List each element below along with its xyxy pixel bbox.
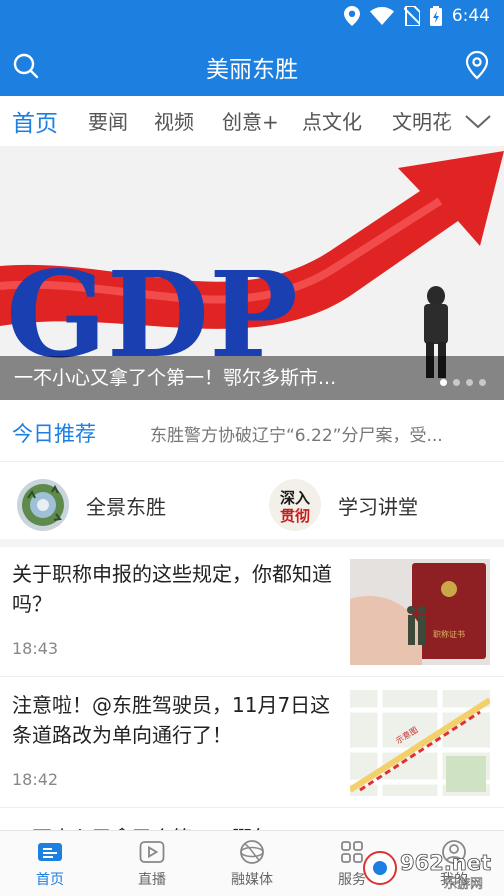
home-news-icon xyxy=(38,843,62,861)
tab-home[interactable]: 首页 xyxy=(12,104,58,138)
nav-label: 首页 xyxy=(36,872,64,888)
chevron-down-icon xyxy=(465,115,491,129)
tab-video[interactable]: 视频 xyxy=(154,106,194,135)
nav-home[interactable]: 首页 xyxy=(10,839,90,889)
globe-icon xyxy=(240,840,264,864)
status-time: 6:44 xyxy=(451,6,490,26)
battery-charging-icon xyxy=(429,6,442,26)
nav-live[interactable]: 直播 xyxy=(112,839,192,889)
watermark-subtext: 乐游网 xyxy=(444,877,483,892)
tab-civilization[interactable]: 文明花 xyxy=(392,106,452,135)
nav-label: 融媒体 xyxy=(231,872,273,888)
banner-caption: 一不小心又拿了个第一！鄂尔多斯市... xyxy=(14,367,337,389)
wifi-icon xyxy=(369,7,394,25)
status-bar: 6:44 xyxy=(0,0,504,36)
tab-culture[interactable]: 点文化 xyxy=(302,106,362,135)
today-recommend-bar[interactable]: 今日推荐 东胜警方协破辽宁“6.22”分尸案，受... xyxy=(0,400,504,462)
banner-carousel[interactable]: GDP 一不小心又拿了个第一！鄂尔多斯市... xyxy=(0,146,504,400)
news-thumbnail: 示意图 xyxy=(350,690,490,796)
location-button[interactable] xyxy=(464,50,492,80)
tab-creative[interactable]: 创意+ xyxy=(222,106,279,135)
news-thumbnail: 职称证书 xyxy=(350,559,490,665)
shortcut-label: 学习讲堂 xyxy=(338,494,418,519)
study-logo-text-top: 深入 xyxy=(280,489,310,507)
shortcut-study[interactable]: 深入 贯彻 学习讲堂 xyxy=(268,477,418,533)
no-sim-icon xyxy=(403,6,420,26)
carousel-dot xyxy=(466,379,473,386)
study-logo-text-bottom: 贯彻 xyxy=(280,507,310,525)
recommend-headline[interactable]: 东胜警方协破辽宁“6.22”分尸案，受... xyxy=(150,421,490,446)
news-title: 注意啦！@东胜驾驶员，11月7日这条道路改为单向通行了！ xyxy=(12,693,331,747)
location-pin-icon xyxy=(465,50,489,80)
location-status-icon xyxy=(343,6,360,26)
status-icons: 6:44 xyxy=(343,6,490,26)
study-logo-icon: 深入 贯彻 xyxy=(268,478,322,532)
news-title: 关于职称申报的这些规定，你都知道吗？ xyxy=(12,562,332,616)
shortcut-row: 全景东胜 深入 贯彻 学习讲堂 xyxy=(0,463,504,547)
news-time: 18:42 xyxy=(12,770,59,789)
site-watermark: 962.net 乐游网 xyxy=(360,842,500,892)
nav-media[interactable]: 融媒体 xyxy=(212,839,292,889)
carousel-indicator xyxy=(440,379,486,386)
nav-label: 直播 xyxy=(138,872,166,888)
live-play-icon xyxy=(139,841,165,863)
app-title: 美丽东胜 xyxy=(206,57,298,83)
shortcut-label: 全景东胜 xyxy=(86,494,166,519)
news-time: 18:43 xyxy=(12,639,59,658)
carousel-dot xyxy=(440,379,447,386)
news-item[interactable]: 关于职称申报的这些规定，你都知道吗？ 18:43 职称证书 xyxy=(0,547,504,677)
thumbnail-caption: 职称证书 xyxy=(433,629,465,639)
app-bar: 美丽东胜 xyxy=(0,36,504,96)
news-item[interactable]: 注意啦！@东胜驾驶员，11月7日这条道路改为单向通行了！ 18:42 示意图 xyxy=(0,678,504,808)
tab-headlines[interactable]: 要闻 xyxy=(88,106,128,135)
channel-tabs: 首页 要闻 视频 创意+ 点文化 文明花 xyxy=(0,96,504,146)
recommend-label: 今日推荐 xyxy=(12,422,96,446)
watermark-text: 962.net xyxy=(400,851,491,875)
panorama-icon xyxy=(16,478,70,532)
tabs-more-button[interactable] xyxy=(464,110,492,132)
carousel-dot xyxy=(453,379,460,386)
shortcut-panorama[interactable]: 全景东胜 xyxy=(16,477,166,533)
carousel-dot xyxy=(479,379,486,386)
